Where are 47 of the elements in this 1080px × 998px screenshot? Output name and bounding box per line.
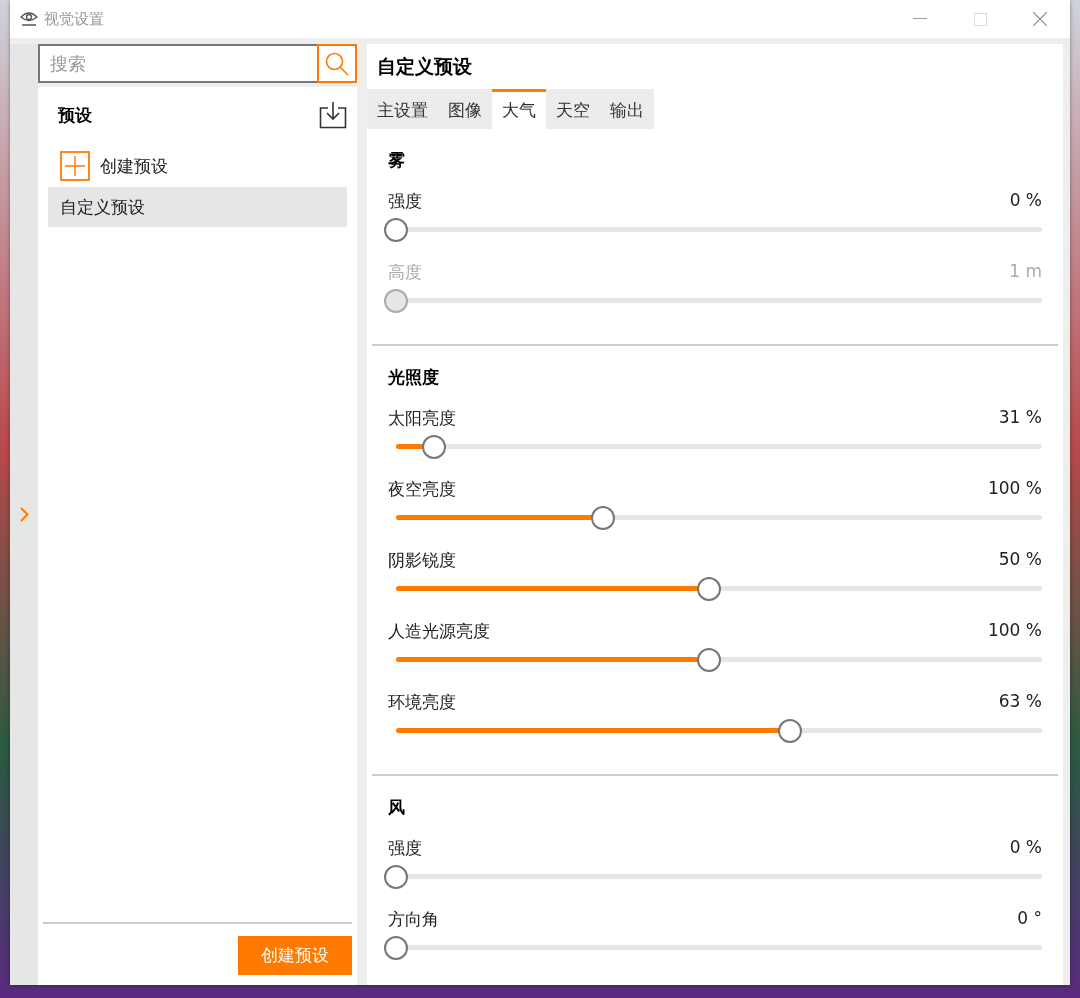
tab[interactable]: 天空	[546, 89, 600, 129]
plus-icon[interactable]	[60, 151, 90, 181]
slider-label: 环境亮度	[388, 691, 456, 714]
slider-value: 31 %	[998, 407, 1042, 429]
slider-value: 0 %	[1009, 190, 1042, 212]
slider-thumb[interactable]	[384, 936, 408, 960]
slider-thumb[interactable]	[384, 218, 408, 242]
slider-label: 高度	[388, 261, 422, 284]
minimize-icon[interactable]	[913, 18, 927, 20]
search-field[interactable]: 搜索	[38, 44, 317, 83]
slider-value: 0 °	[1017, 908, 1042, 930]
slider-thumb[interactable]	[421, 435, 446, 459]
tab[interactable]: 图像	[438, 89, 492, 129]
slider-value: 50 %	[998, 549, 1042, 571]
slider-value: 1 m	[1009, 261, 1042, 283]
slider-thumb[interactable]	[697, 648, 721, 672]
eye-icon	[20, 11, 38, 27]
section-heading: 风	[388, 796, 406, 819]
search-button[interactable]	[317, 44, 357, 83]
slider-label: 强度	[388, 837, 422, 860]
slider-value: 63 %	[998, 691, 1042, 713]
slider-thumb[interactable]	[697, 577, 721, 601]
section-heading: 雾	[388, 149, 406, 172]
window-title: 视觉设置	[44, 9, 105, 29]
slider-label: 人造光源亮度	[388, 620, 490, 643]
slider-label: 方向角	[388, 908, 439, 931]
slider-label: 阴影锐度	[388, 549, 456, 572]
preset-item[interactable]: 自定义预设	[48, 187, 347, 227]
slider-thumb[interactable]	[590, 506, 615, 530]
slider-value: 0 %	[1009, 837, 1042, 859]
tab[interactable]: 主设置	[367, 89, 438, 129]
slider-label: 太阳亮度	[388, 407, 456, 430]
import-icon[interactable]	[319, 101, 347, 129]
chevron-right-icon[interactable]	[19, 507, 29, 522]
slider-label: 强度	[388, 190, 422, 213]
create-preset-link[interactable]: 创建预设	[60, 151, 347, 181]
tab[interactable]: 输出	[600, 89, 654, 129]
close-icon[interactable]	[1033, 12, 1047, 26]
search-icon[interactable]	[324, 50, 350, 77]
presets-heading: 预设	[58, 103, 92, 127]
section-heading: 光照度	[388, 366, 440, 389]
slider-thumb[interactable]	[384, 865, 408, 889]
slider-value: 100 %	[988, 478, 1042, 500]
slider-thumb[interactable]	[778, 719, 803, 743]
slider-label: 夜空亮度	[388, 478, 456, 501]
panel-title: 自定义预设	[367, 44, 1063, 89]
slider-value: 100 %	[988, 620, 1042, 642]
